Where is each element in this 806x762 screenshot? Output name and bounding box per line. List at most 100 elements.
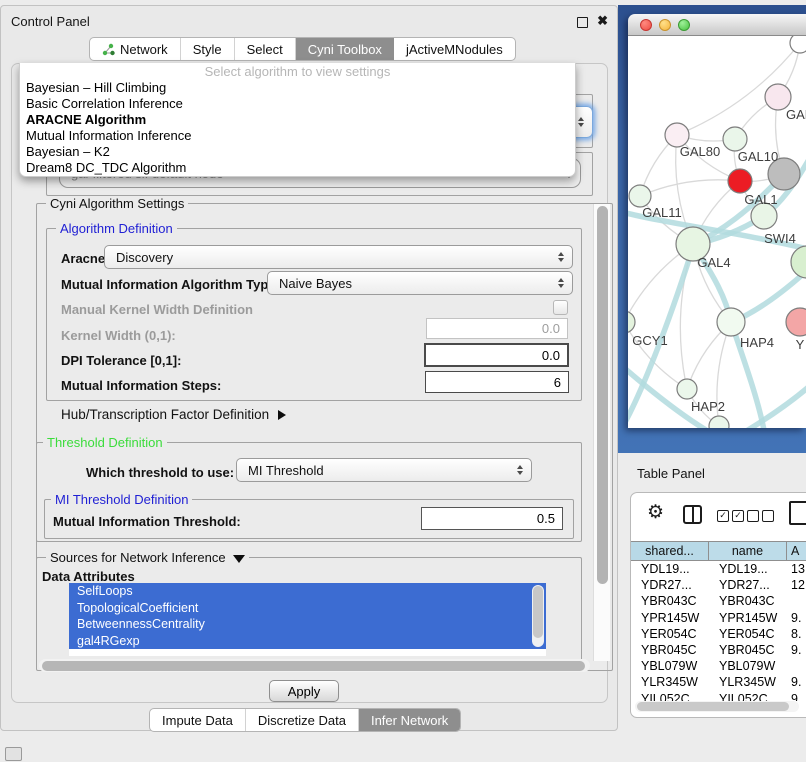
zoom-window-icon[interactable]	[678, 19, 690, 31]
table-cell	[787, 658, 806, 674]
kernel-width-value: 0.0	[542, 321, 560, 336]
table-cell: YDR27...	[709, 577, 787, 593]
select-all-rows-icon[interactable]: ✓✓	[717, 510, 744, 522]
table-cell: YLR345W	[631, 674, 709, 690]
node-label: GAL4	[697, 255, 730, 270]
deselect-all-rows-icon[interactable]	[747, 510, 774, 522]
algorithm-option-selected[interactable]: ARACNE Algorithm	[20, 112, 575, 128]
network-node-rgreen[interactable]	[791, 246, 806, 278]
table-row[interactable]: YDL19...YDL19...13	[631, 561, 806, 577]
settings-horizontal-scrollbar[interactable]	[39, 659, 590, 672]
table-cell: YER054C	[631, 626, 709, 642]
column-visibility-icon[interactable]	[683, 505, 702, 524]
combo-arrows-icon	[517, 465, 523, 475]
table-cell: YPR145W	[631, 610, 709, 626]
table-row[interactable]: YIL052CYIL052C9	[631, 691, 806, 702]
export-table-icon[interactable]	[789, 501, 806, 525]
column-header[interactable]: name	[709, 542, 787, 560]
network-node-y[interactable]	[786, 308, 806, 336]
sources-toggle[interactable]: Sources for Network Inference	[46, 550, 249, 565]
collapsed-panel-button[interactable]	[5, 747, 22, 761]
column-header[interactable]: A	[787, 542, 806, 560]
settings-vertical-scrollbar[interactable]	[593, 204, 610, 661]
tab-cyni-toolbox[interactable]: Cyni Toolbox	[296, 38, 394, 60]
network-node-hap4[interactable]	[717, 308, 745, 336]
algorithm-option[interactable]: Bayesian – K2	[20, 144, 575, 160]
table-cell: YBR045C	[631, 642, 709, 658]
close-icon[interactable]: ✖	[597, 13, 608, 29]
table-cell: 9	[787, 691, 806, 702]
mi-threshold-label: Mutual Information Threshold:	[53, 514, 241, 529]
tab-impute-data[interactable]: Impute Data	[150, 709, 246, 731]
network-node-hap2[interactable]	[677, 379, 697, 399]
hub-definition-toggle[interactable]: Hub/Transcription Factor Definition	[61, 407, 286, 422]
mi-steps-field[interactable]: 6	[425, 371, 569, 393]
table-header-row: shared... name A	[631, 541, 806, 561]
attribute-item[interactable]: BetweennessCentrality	[69, 616, 546, 633]
network-node-gal11[interactable]	[629, 185, 651, 207]
kernel-width-field[interactable]: 0.0	[426, 318, 568, 339]
network-icon	[102, 43, 115, 56]
node-label: GAL	[786, 107, 806, 122]
tab-network[interactable]: Network	[90, 38, 181, 60]
table-row[interactable]: YPR145WYPR145W9.	[631, 610, 806, 626]
table-row[interactable]: YBL079WYBL079W	[631, 658, 806, 674]
network-node-gal10[interactable]	[723, 127, 747, 151]
network-window-titlebar[interactable]	[628, 14, 806, 36]
network-node-gcy1[interactable]	[628, 311, 635, 333]
tab-label: Cyni Toolbox	[308, 42, 382, 57]
table-row[interactable]: YLR345WYLR345W9.	[631, 674, 806, 690]
mi-threshold-field[interactable]: 0.5	[421, 507, 563, 530]
table-row[interactable]: YER054CYER054C8.	[631, 626, 806, 642]
tab-discretize-data[interactable]: Discretize Data	[246, 709, 359, 731]
table-horizontal-scrollbar[interactable]	[635, 701, 799, 712]
mi-type-label: Mutual Information Algorithm Type:	[61, 277, 280, 292]
tab-label: jActiveMNodules	[406, 42, 503, 57]
table-row[interactable]: YBR045CYBR045C9.	[631, 642, 806, 658]
node-label: HAP2	[691, 399, 725, 414]
network-node-ntop[interactable]	[790, 36, 806, 53]
table-row[interactable]: YBR043CYBR043C	[631, 593, 806, 609]
node-label: GAL11	[642, 205, 682, 220]
tab-select[interactable]: Select	[235, 38, 296, 60]
tab-infer-network[interactable]: Infer Network	[359, 709, 460, 731]
table-settings-gear-icon[interactable]: ⚙	[647, 501, 664, 524]
apply-button[interactable]: Apply	[269, 680, 339, 702]
dpi-tolerance-field[interactable]: 0.0	[424, 343, 569, 367]
table-cell: YER054C	[709, 626, 787, 642]
float-window-icon[interactable]	[577, 17, 588, 28]
table-row[interactable]: YDR27...YDR27...12	[631, 577, 806, 593]
table-cell: YBL079W	[709, 658, 787, 674]
table-cell: YIL052C	[709, 691, 787, 702]
column-header[interactable]: shared...	[631, 542, 709, 560]
algorithm-option[interactable]: Basic Correlation Inference	[20, 96, 575, 112]
network-edge	[640, 180, 740, 196]
attribute-item[interactable]: gal4RGexp	[69, 633, 546, 650]
table-cell: YBL079W	[631, 658, 709, 674]
minimize-window-icon[interactable]	[659, 19, 671, 31]
network-node-nbot[interactable]	[709, 416, 729, 428]
mi-type-combo[interactable]: Naive Bayes	[267, 271, 573, 295]
table-cell: 9.	[787, 610, 806, 626]
table-cell: YBR045C	[709, 642, 787, 658]
algorithm-option[interactable]: Dream8 DC_TDC Algorithm	[20, 160, 575, 176]
table-cell: YPR145W	[709, 610, 787, 626]
attribute-item[interactable]: SelfLoops	[69, 583, 546, 600]
algorithm-option[interactable]: Bayesian – Hill Climbing	[20, 80, 575, 96]
attribute-item[interactable]: TopologicalCoefficient	[69, 600, 546, 617]
tab-style[interactable]: Style	[181, 38, 235, 60]
table-cell: 8.	[787, 626, 806, 642]
table-cell: 12	[787, 577, 806, 593]
tab-jactivemnodules[interactable]: jActiveMNodules	[394, 38, 515, 60]
attribute-list-scrollbar[interactable]	[532, 585, 544, 647]
which-threshold-combo[interactable]: MI Threshold	[236, 458, 532, 482]
algorithm-option[interactable]: Mutual Information Inference	[20, 128, 575, 144]
manual-kernel-checkbox[interactable]	[553, 300, 568, 315]
close-window-icon[interactable]	[640, 19, 652, 31]
manual-kernel-label: Manual Kernel Width Definition	[61, 302, 253, 317]
tab-label: Infer Network	[371, 713, 448, 728]
network-node-gal1[interactable]	[728, 169, 752, 193]
network-canvas[interactable]: GALGAL80GAL10GAL1GAL11SWI4GAL4GCY1HAP4YH…	[628, 36, 806, 428]
aracne-mode-combo[interactable]: Discovery	[104, 245, 573, 269]
table-cell: YLR345W	[709, 674, 787, 690]
